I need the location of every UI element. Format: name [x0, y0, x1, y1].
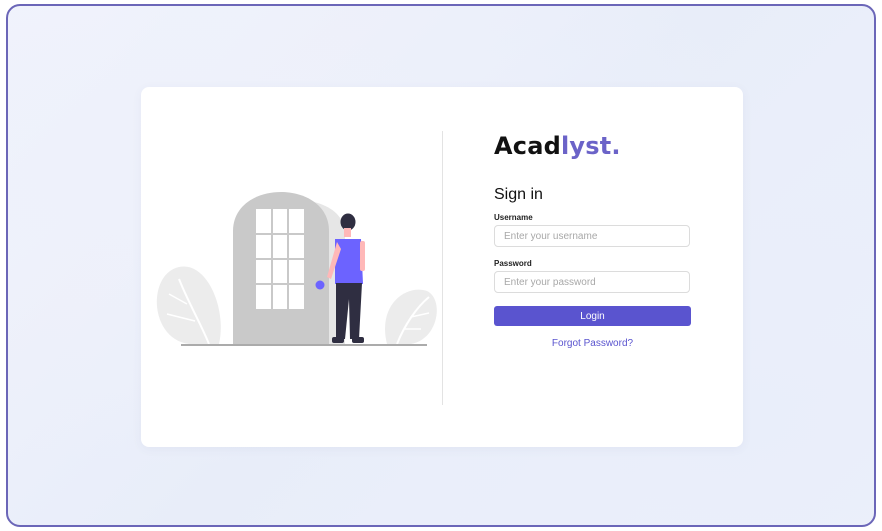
vertical-divider: [442, 131, 443, 405]
brand-logo: Acadlyst.: [494, 132, 621, 160]
brand-name-accent: lyst.: [560, 132, 621, 160]
username-input[interactable]: [494, 225, 690, 247]
login-card: Acadlyst. Sign in Username Password Logi…: [141, 87, 743, 447]
app-window: Acadlyst. Sign in Username Password Logi…: [6, 4, 876, 527]
login-button[interactable]: Login: [494, 306, 691, 326]
password-input[interactable]: [494, 271, 690, 293]
person-at-door-illustration: [156, 192, 437, 346]
sign-in-title: Sign in: [494, 186, 543, 203]
forgot-password-link[interactable]: Forgot Password?: [494, 338, 691, 349]
username-label: Username: [494, 213, 533, 222]
brand-name-main: Acad: [494, 132, 561, 160]
password-label: Password: [494, 259, 532, 268]
